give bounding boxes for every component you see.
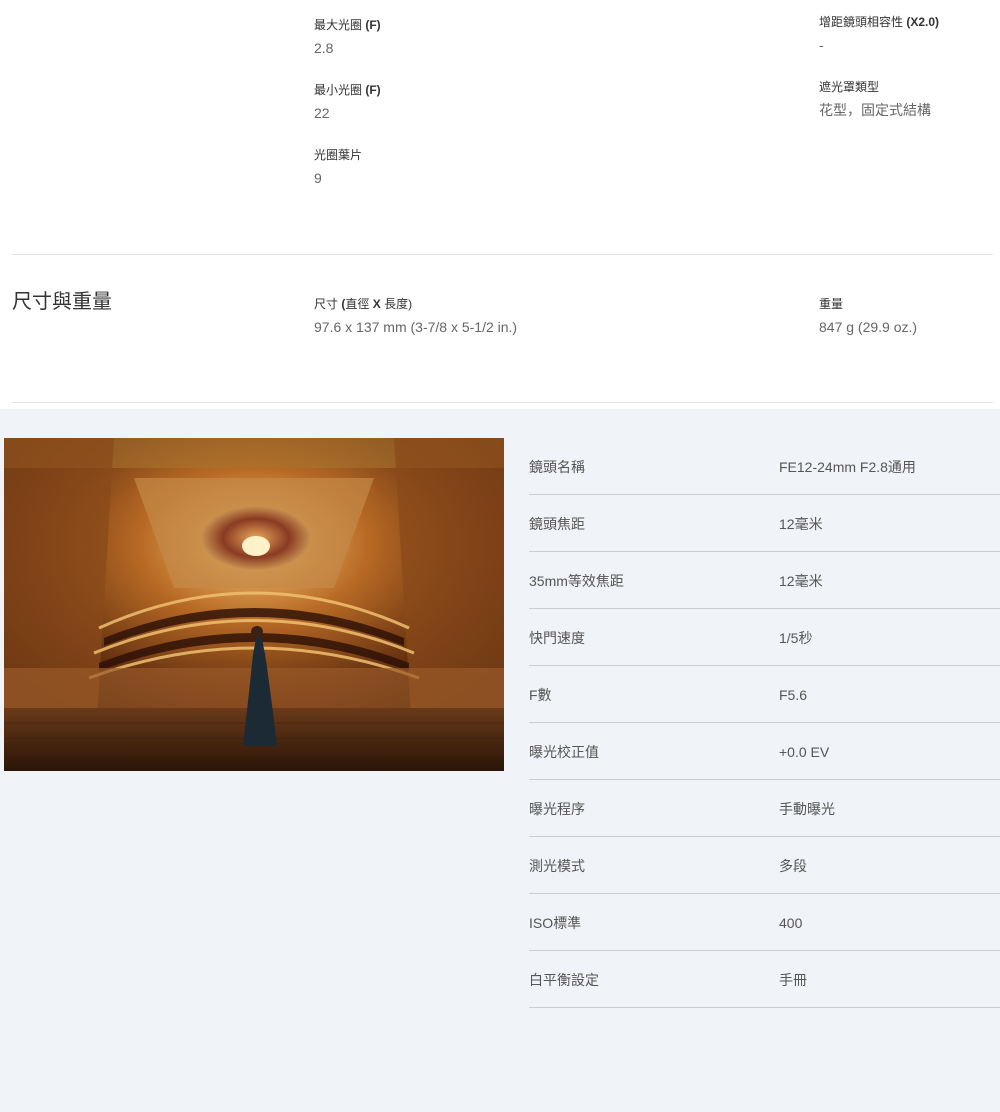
exif-value: FE12-24mm F2.8通用 [779,459,916,475]
spec-value: 花型，固定式結構 [819,102,931,118]
table-row: 鏡頭名稱 FE12-24mm F2.8通用 [529,438,1000,495]
exif-value: 1/5秒 [779,630,813,646]
exif-key: F數 [529,687,552,703]
spec-value: 847 g (29.9 oz.) [819,319,918,335]
spec-label: 增距鏡頭相容性 (X2.0) [819,15,940,29]
spec-value: 9 [314,170,322,186]
exif-value: F5.6 [779,687,808,703]
table-row: ISO標準 400 [529,894,1000,951]
spec-weight: 重量 847 g (29.9 oz.) [819,296,917,336]
spec-label: 光圈葉片 [314,148,363,162]
section-title-dimensions: 尺寸與重量 [12,291,112,313]
table-row: 35mm等效焦距 12毫米 [529,552,1000,609]
exif-key: 曝光校正值 [529,744,599,760]
table-row: 曝光校正值 +0.0 EV [529,723,1000,780]
spec-aperture-blades: 光圈葉片 9 [314,147,362,187]
exif-key: 鏡頭焦距 [529,516,585,532]
table-row: 快門速度 1/5秒 [529,609,1000,666]
lens-specs-section: 最大光圈 (F) 2.8 最小光圈 (F) 22 光圈葉片 9 增距鏡頭相容性 … [0,0,1000,409]
exif-key: 快門速度 [529,630,585,646]
spec-label: 最小光圈 (F) [314,83,381,97]
spec-hood-type: 遮光罩類型 花型，固定式結構 [819,79,931,119]
exif-value: 12毫米 [779,573,823,589]
exif-key: 白平衡設定 [529,972,599,988]
table-row: F數 F5.6 [529,666,1000,723]
sample-photo-gallery: 鏡頭名稱 FE12-24mm F2.8通用 鏡頭焦距 12毫米 35mm等效焦距… [0,409,1000,1112]
theater-photo-illustration [4,438,504,771]
spec-min-aperture: 最小光圈 (F) 22 [314,82,381,122]
exif-value: 12毫米 [779,516,823,532]
spec-label: 尺寸 (直徑 X 長度) [314,297,413,311]
exif-key: 鏡頭名稱 [529,459,585,475]
section-divider [12,402,993,403]
exif-value: 400 [779,915,803,931]
spec-max-aperture: 最大光圈 (F) 2.8 [314,17,381,57]
exif-value: 多段 [779,858,807,874]
spec-value: - [819,37,824,53]
spec-teleconverter: 增距鏡頭相容性 (X2.0) - [819,14,939,54]
spec-size: 尺寸 (直徑 X 長度) 97.6 x 137 mm (3-7/8 x 5-1/… [314,296,517,336]
spec-value: 97.6 x 137 mm (3-7/8 x 5-1/2 in.) [314,319,518,335]
exif-key: ISO標準 [529,915,582,931]
exif-key: 曝光程序 [529,801,585,817]
spec-value: 2.8 [314,40,334,56]
spec-label: 遮光罩類型 [819,80,880,94]
spec-value: 22 [314,105,330,121]
exif-value: +0.0 EV [779,744,830,760]
spec-label: 重量 [819,297,844,311]
exif-key: 35mm等效焦距 [529,573,624,589]
exif-value: 手冊 [779,972,807,988]
table-row: 鏡頭焦距 12毫米 [529,495,1000,552]
spec-label: 最大光圈 (F) [314,18,381,32]
section-divider [12,254,993,255]
exif-value: 手動曝光 [779,801,835,817]
table-row: 測光模式 多段 [529,837,1000,894]
table-row: 曝光程序 手動曝光 [529,780,1000,837]
table-row: 白平衡設定 手冊 [529,951,1000,1008]
sample-photo-theater[interactable] [4,438,504,771]
exif-key: 測光模式 [529,858,585,874]
exif-table: 鏡頭名稱 FE12-24mm F2.8通用 鏡頭焦距 12毫米 35mm等效焦距… [529,438,1000,1008]
